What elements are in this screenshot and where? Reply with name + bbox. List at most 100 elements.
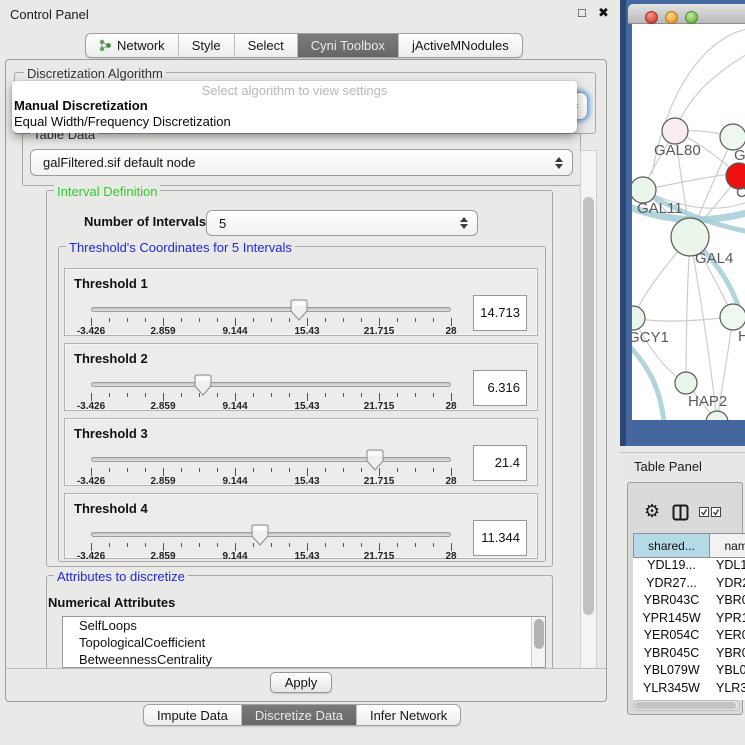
threshold-value-field[interactable]: 11.344 xyxy=(473,520,527,556)
attributes-scrollbar-thumb[interactable] xyxy=(534,619,544,649)
table-data-combobox[interactable]: galFiltered.sif default node xyxy=(30,149,573,176)
checkbox-pair-icon[interactable] xyxy=(699,507,723,518)
table-cell[interactable]: YLR345W xyxy=(633,681,710,699)
node-table[interactable]: shared...nameYDL19...YDL1YDR27...YDR2YBR… xyxy=(633,533,745,700)
tab-label: Impute Data xyxy=(157,708,228,723)
table-row[interactable]: YBR043CYBR0 xyxy=(633,593,745,611)
network-canvas[interactable]: GAL80GACGAL11GAL4GCY1HHAP2 xyxy=(632,24,745,420)
table-cell[interactable]: YBR045C xyxy=(633,646,710,664)
table-cell[interactable]: YLR3 xyxy=(710,681,745,699)
zoom-traffic-light-icon[interactable] xyxy=(685,11,698,24)
minor-tick xyxy=(289,468,290,472)
threshold-slider-track[interactable] xyxy=(91,457,451,462)
tab-impute-data[interactable]: Impute Data xyxy=(144,705,241,725)
network-node[interactable] xyxy=(662,118,688,144)
threshold-value-field[interactable]: 21.4 xyxy=(473,445,527,481)
column-view-icon[interactable] xyxy=(672,504,689,521)
table-cell[interactable]: YBR043C xyxy=(633,593,710,611)
threshold-slider-thumb[interactable] xyxy=(251,524,269,546)
minor-tick xyxy=(343,468,344,472)
table-hscrollbar[interactable] xyxy=(633,700,740,711)
major-tick xyxy=(451,393,452,401)
table-row[interactable]: YER054CYER0 xyxy=(633,628,745,646)
table-cell[interactable]: YDR2 xyxy=(710,576,745,594)
minor-tick xyxy=(361,468,362,472)
tab-select[interactable]: Select xyxy=(234,34,297,57)
minor-tick xyxy=(127,543,128,547)
close-icon[interactable]: ✖ xyxy=(598,5,609,21)
tab-network[interactable]: Network xyxy=(86,34,178,57)
attribute-list-item[interactable]: SelfLoops xyxy=(63,617,545,634)
threshold-value-field[interactable]: 14.713 xyxy=(473,295,527,331)
table-header-cell[interactable]: shared... xyxy=(633,533,710,558)
threshold-slider-track[interactable] xyxy=(91,382,451,387)
table-cell[interactable]: YBL0 xyxy=(710,663,745,681)
major-tick xyxy=(307,543,308,551)
table-cell[interactable]: YBR0 xyxy=(710,593,745,611)
table-cell[interactable]: YER054C xyxy=(633,628,710,646)
table-cell[interactable]: YER0 xyxy=(710,628,745,646)
minor-tick xyxy=(109,393,110,397)
panel-scrollbar-thumb[interactable] xyxy=(583,197,594,615)
threshold-slider-thumb[interactable] xyxy=(194,374,212,396)
table-cell[interactable]: YDL19... xyxy=(633,558,710,576)
threshold-label: Threshold 4 xyxy=(74,501,148,516)
table-header-row: shared...name xyxy=(633,533,745,558)
table-cell[interactable]: YPR145W xyxy=(633,611,710,629)
gear-icon[interactable]: ⚙ xyxy=(644,501,660,522)
major-tick xyxy=(235,393,236,401)
table-cell[interactable]: YBR0 xyxy=(710,646,745,664)
minimize-traffic-light-icon[interactable] xyxy=(665,11,678,24)
threshold-slider-track[interactable] xyxy=(91,532,451,537)
apply-button[interactable]: Apply xyxy=(270,672,332,693)
panel-scrollbar[interactable] xyxy=(580,150,597,697)
major-tick xyxy=(163,393,164,401)
network-node[interactable] xyxy=(632,306,645,330)
threshold-slider-thumb[interactable] xyxy=(290,299,308,321)
network-node[interactable] xyxy=(720,304,745,330)
tick-label: -3.426 xyxy=(77,476,105,487)
attribute-list-item[interactable]: TopologicalCoefficient xyxy=(63,634,545,651)
table-cell[interactable]: YPR1 xyxy=(710,611,745,629)
tab-discretize-data[interactable]: Discretize Data xyxy=(241,705,356,725)
dropdown-item-equal-width[interactable]: Equal Width/Frequency Discretization xyxy=(12,114,577,130)
threshold-value-field[interactable]: 6.316 xyxy=(473,370,527,406)
table-row[interactable]: YDL19...YDL1 xyxy=(633,558,745,576)
table-row[interactable]: YDR27...YDR2 xyxy=(633,576,745,594)
attributes-list-scrollbar[interactable] xyxy=(531,617,545,667)
table-cell[interactable]: YDL1 xyxy=(710,558,745,576)
tick-label: 21.715 xyxy=(364,551,395,562)
minor-tick xyxy=(253,468,254,472)
minor-tick xyxy=(397,543,398,547)
float-icon[interactable]: □ xyxy=(578,5,586,20)
network-node[interactable] xyxy=(675,372,697,394)
table-header-cell[interactable]: name xyxy=(710,533,745,558)
table-hscrollbar-thumb[interactable] xyxy=(635,702,736,709)
table-cell[interactable]: YBL079W xyxy=(633,663,710,681)
attributes-list[interactable]: SelfLoopsTopologicalCoefficientBetweenne… xyxy=(62,616,546,668)
major-tick xyxy=(235,318,236,326)
dropdown-item-manual[interactable]: Manual Discretization xyxy=(12,98,577,114)
tab-jactivemnodules[interactable]: jActiveMNodules xyxy=(398,34,522,57)
table-row[interactable]: YBR045CYBR0 xyxy=(633,646,745,664)
table-cell[interactable]: YDR27... xyxy=(633,576,710,594)
num-intervals-combobox[interactable]: 5 xyxy=(206,210,478,236)
network-window-titlebar[interactable] xyxy=(628,4,745,24)
close-traffic-light-icon[interactable] xyxy=(645,11,658,24)
tab-cyni-toolbox[interactable]: Cyni Toolbox xyxy=(297,34,398,57)
major-tick xyxy=(451,318,452,326)
major-tick xyxy=(163,543,164,551)
major-tick xyxy=(163,318,164,326)
table-row[interactable]: YLR345WYLR3 xyxy=(633,681,745,699)
minor-tick xyxy=(397,393,398,397)
threshold-slider-thumb[interactable] xyxy=(366,449,384,471)
network-window-edge xyxy=(620,0,626,446)
table-row[interactable]: YPR145WYPR1 xyxy=(633,611,745,629)
major-tick xyxy=(451,543,452,551)
threshold-row: Threshold 1-3.4262.8599.14415.4321.71528… xyxy=(64,268,538,336)
table-row[interactable]: YBL079WYBL0 xyxy=(633,663,745,681)
attribute-list-item[interactable]: BetweennessCentrality xyxy=(63,651,545,668)
threshold-slider-track[interactable] xyxy=(91,307,451,312)
tab-style[interactable]: Style xyxy=(178,34,234,57)
tab-infer-network[interactable]: Infer Network xyxy=(356,705,460,725)
